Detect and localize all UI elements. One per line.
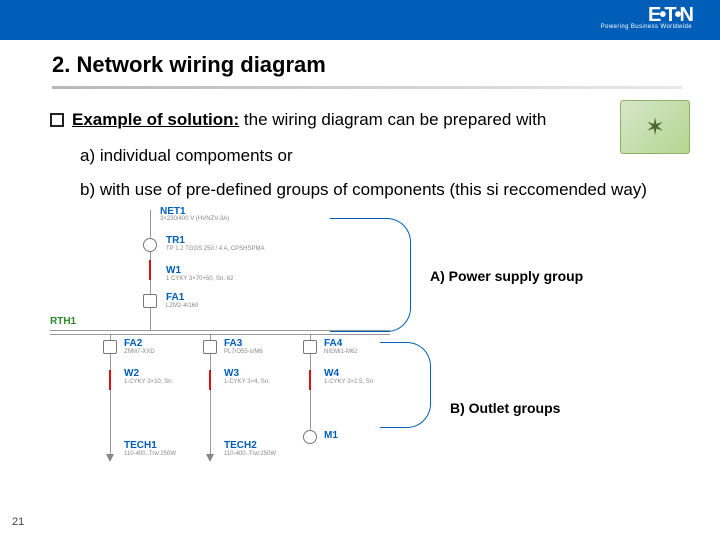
diagram-label-w1: W1 [166,265,181,276]
diagram-label-rth: RTH1 [50,316,76,327]
slide-title: 2. Network wiring diagram [52,52,326,78]
diagram-label-m1: M1 [324,430,338,441]
diagram-label-w4: W4 [324,368,339,379]
callout-bracket-a [330,218,411,332]
bullet-square-icon [50,113,64,127]
page-number: 21 [12,516,24,528]
diagram-label-w3: W3 [224,368,239,379]
spark-icon: ✶ [645,113,665,142]
diagram-cable-w4 [309,370,311,390]
diagram-cable-w1 [149,260,151,280]
diagram-arrow-2 [206,454,214,462]
diagram-label-fa4: FA4 [324,338,342,349]
bullet-text: the wiring diagram can be prepared with [244,110,546,129]
body-line-a: a) individual compoments or [80,146,293,166]
diagram-label-fa1: FA1 [166,292,184,303]
bullet-lead: Example of solution: [72,110,239,129]
diagram-node-fa4 [303,340,317,354]
diagram-sub-w4: 1-CYKY 3×2.5, Sn: [324,379,375,385]
slide: E•T•N Powering Business Worldwide 2. Net… [0,0,720,540]
diagram-node-fa3 [203,340,217,354]
bullet-row: Example of solution: the wiring diagram … [50,110,546,130]
diagram-sub-fa4: N/EMI1-M62 [324,349,358,355]
brand-tagline: Powering Business Worldwide [601,24,692,30]
diagram-node-m1 [303,430,317,444]
diagram-sub-w1: 1 CYKY 3×70+50, Sn: 82 [166,276,233,282]
diagram-label-fa2: FA2 [124,338,142,349]
diagram-sub-w3: 1-CYKY 3×4, Sn: [224,379,270,385]
diagram-label-tech1: TECH1 [124,440,157,451]
brand-logo: E•T•N Powering Business Worldwide [601,6,692,30]
header-bar: E•T•N Powering Business Worldwide [0,0,720,40]
diagram-sub-tech2: 110-400..Trw:250W [224,451,276,457]
brand-name: E•T•N [601,6,692,24]
diagram-cable-w3 [209,370,211,390]
callout-a: A) Power supply group [430,268,583,284]
diagram-sub-tr1: TP 1.2 TGGS 250 / 4 A, CPSHSPMA [166,246,265,252]
diagram-label-fa3: FA3 [224,338,242,349]
callout-bracket-b [380,342,431,428]
diagram-cable-w2 [109,370,111,390]
diagram-label-tech2: TECH2 [224,440,257,451]
diagram-sub-fa3: PL7/O55-s/M6 [224,349,263,355]
diagram-sub-fa1: LZM2-4/160 [166,303,198,309]
diagram-sub-net1: 3×230/400 V (HVNZV-3A) [160,216,229,222]
diagram-sub-w2: 1-CYKY 3×10, Sn: [124,379,173,385]
corner-thumbnail: ✶ [620,100,690,154]
diagram-label-w2: W2 [124,368,139,379]
diagram-node-fa2 [103,340,117,354]
diagram-bus-line-2 [50,334,390,335]
diagram-sub-fa2: ZNM7-XXD [124,349,155,355]
diagram-node-fa1 [143,294,157,308]
body-line-b: b) with use of pre-defined groups of com… [80,180,647,200]
diagram-arrow-1 [106,454,114,462]
diagram-label-tr1: TR1 [166,235,185,246]
diagram-node-tr1 [143,238,157,252]
diagram-sub-tech1: 110-400..Trw:250W [124,451,176,457]
title-underline [52,86,682,89]
callout-b: B) Outlet groups [450,400,560,416]
